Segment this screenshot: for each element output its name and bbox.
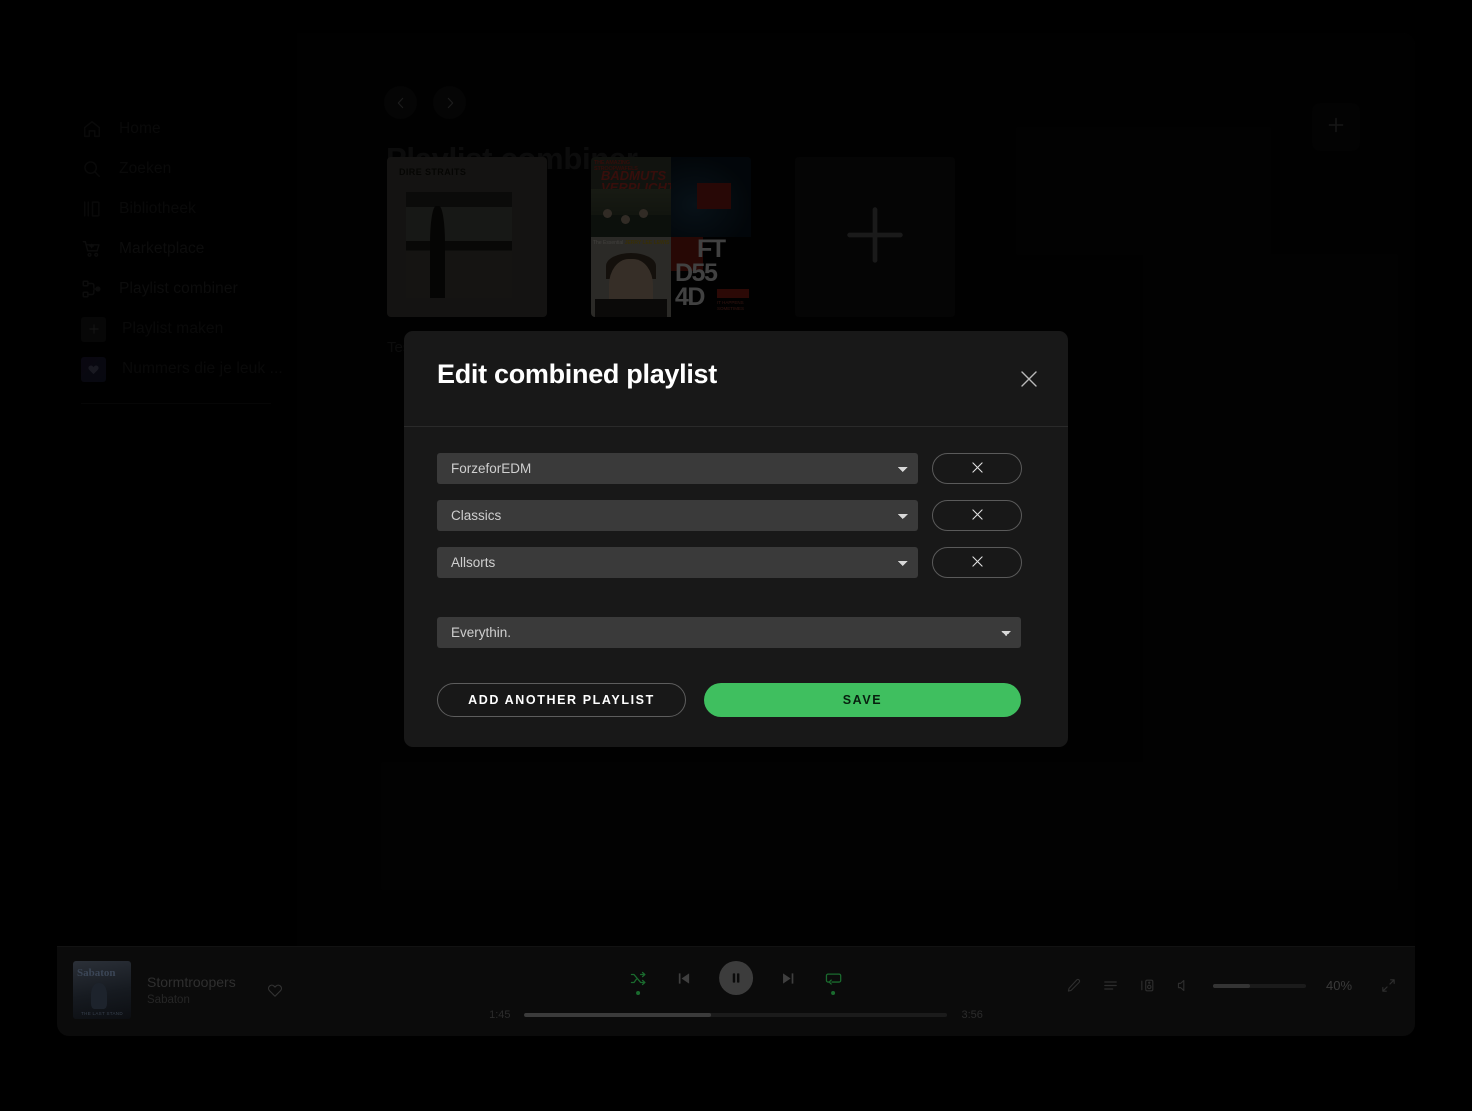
skip-forward-icon[interactable]	[779, 969, 798, 988]
remove-playlist-button-3[interactable]	[932, 547, 1022, 578]
pause-icon[interactable]	[719, 961, 753, 995]
remove-playlist-button-2[interactable]	[932, 500, 1022, 531]
player-bar: Sabaton THE LAST STAND Stormtroopers Sab…	[57, 946, 1415, 1036]
volume-percent-label: 40%	[1326, 978, 1353, 993]
close-icon	[969, 506, 986, 526]
dialog-body: ForzeforEDM Classics Allsorts Everythin.…	[404, 427, 1068, 717]
speaker-icon[interactable]	[1176, 977, 1193, 994]
source-playlist-row: ForzeforEDM	[437, 453, 1035, 484]
shuffle-icon[interactable]	[629, 969, 648, 995]
source-playlist-row: Classics	[437, 500, 1035, 531]
heart-icon[interactable]	[266, 981, 284, 999]
close-icon	[969, 553, 986, 573]
player-center-controls: 1:45 3:56	[489, 961, 983, 1021]
dialog-header: Edit combined playlist	[404, 331, 1068, 427]
close-icon	[969, 459, 986, 479]
remove-playlist-button-1[interactable]	[932, 453, 1022, 484]
app-window: Home Zoeken Bibliotheek Marketplace	[57, 33, 1415, 1036]
progress-row: 1:45 3:56	[489, 1009, 983, 1021]
source-playlist-select-3[interactable]: Allsorts	[437, 547, 918, 578]
add-another-playlist-button[interactable]: ADD ANOTHER PLAYLIST	[437, 683, 686, 717]
connect-device-icon[interactable]	[1139, 977, 1156, 994]
expand-icon[interactable]	[1380, 977, 1397, 994]
active-indicator	[636, 990, 641, 995]
dialog-title: Edit combined playlist	[437, 359, 717, 389]
volume-slider[interactable]	[1213, 983, 1306, 988]
volume-fill	[1213, 983, 1251, 988]
active-indicator	[831, 990, 836, 995]
transport-controls	[629, 961, 843, 995]
now-playing: Sabaton THE LAST STAND Stormtroopers Sab…	[73, 961, 284, 1019]
skip-back-icon[interactable]	[674, 969, 693, 988]
track-info: Stormtroopers Sabaton	[147, 974, 236, 1006]
close-icon[interactable]	[1016, 366, 1042, 392]
album-art-thumbnail[interactable]: Sabaton THE LAST STAND	[73, 961, 131, 1019]
edit-combined-playlist-dialog: Edit combined playlist ForzeforEDM Class…	[404, 331, 1068, 747]
source-playlist-row: Allsorts	[437, 547, 1035, 578]
progress-fill	[524, 1013, 711, 1017]
microphone-icon[interactable]	[1065, 977, 1082, 994]
destination-playlist-select[interactable]: Everythin.	[437, 617, 1021, 648]
dialog-actions: ADD ANOTHER PLAYLIST SAVE	[437, 683, 1035, 717]
track-title: Stormtroopers	[147, 974, 236, 990]
source-playlist-select-2[interactable]: Classics	[437, 500, 918, 531]
track-artist: Sabaton	[147, 994, 190, 1006]
progress-slider[interactable]	[524, 1013, 948, 1017]
repeat-icon[interactable]	[824, 969, 843, 995]
total-time: 3:56	[961, 1009, 983, 1021]
elapsed-time: 1:45	[489, 1009, 511, 1021]
player-right-controls: 40%	[1065, 977, 1397, 994]
source-playlist-select-1[interactable]: ForzeforEDM	[437, 453, 918, 484]
queue-icon[interactable]	[1102, 977, 1119, 994]
save-button[interactable]: SAVE	[704, 683, 1021, 717]
